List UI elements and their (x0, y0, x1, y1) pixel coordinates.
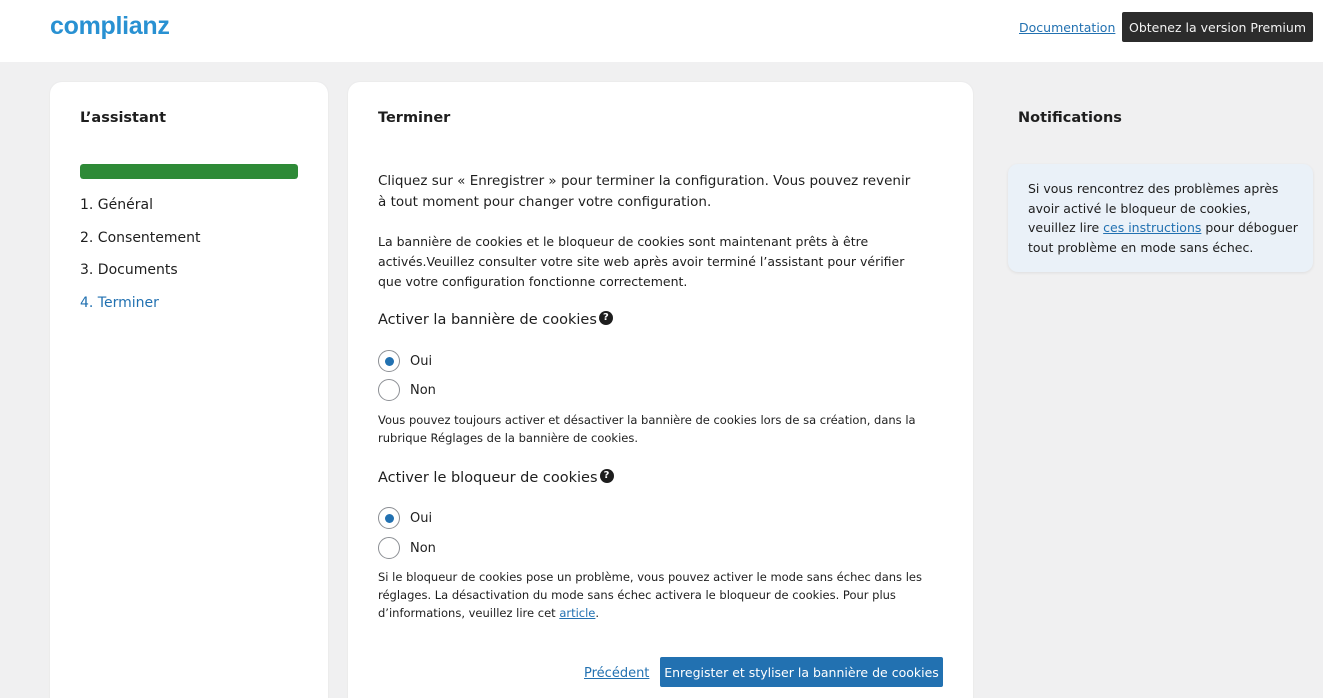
previous-link[interactable]: Précédent (584, 666, 649, 681)
wizard-sidebar: L’assistant 1. Général 2. Consentement 3… (50, 82, 328, 698)
wizard-title: L’assistant (80, 110, 167, 126)
finish-panel: Terminer Cliquez sur « Enregistrer » pou… (348, 82, 973, 698)
instructions-link[interactable]: ces instructions (1103, 220, 1201, 235)
top-bar: complianz Documentation Obtenez la versi… (0, 0, 1323, 62)
blocker-option-yes[interactable]: Oui (378, 507, 432, 529)
article-link[interactable]: article (559, 606, 595, 620)
blocker-option-no[interactable]: Non (378, 537, 436, 559)
radio-button[interactable] (378, 537, 400, 559)
complianz-logo: complianz (50, 12, 170, 40)
radio-label: Oui (410, 510, 433, 526)
radio-button[interactable] (378, 379, 400, 401)
blocker-help-text-body: Si le bloqueur de cookies pose un problè… (378, 570, 922, 620)
step-documents[interactable]: 3. Documents (80, 261, 201, 294)
blocker-help-text-end: . (595, 606, 600, 620)
banner-option-no[interactable]: Non (378, 379, 436, 401)
step-general[interactable]: 1. Général (80, 196, 201, 229)
help-icon[interactable]: ? (598, 311, 613, 325)
radio-label: Non (410, 382, 436, 398)
blocker-field-label: Activer le bloqueur de cookies? (378, 469, 614, 486)
wizard-steps: 1. Général 2. Consentement 3. Documents … (80, 196, 201, 326)
notifications-title: Notifications (1018, 110, 1122, 126)
documentation-link[interactable]: Documentation (1019, 20, 1115, 35)
wizard-progress-fill (80, 164, 298, 179)
wizard-progress-bar (80, 164, 298, 179)
radio-button[interactable] (378, 507, 400, 529)
radio-label: Non (410, 540, 436, 556)
intro-text: Cliquez sur « Enregistrer » pour termine… (378, 173, 911, 210)
banner-field-label-text: Activer la bannière de cookies (378, 312, 597, 328)
blocker-field-label-text: Activer le bloqueur de cookies (378, 470, 598, 486)
banner-option-yes[interactable]: Oui (378, 350, 432, 372)
intro-secondary-text: La bannière de cookies et le bloqueur de… (378, 234, 905, 289)
radio-label: Oui (410, 353, 433, 369)
get-premium-button[interactable]: Obtenez la version Premium (1122, 12, 1313, 42)
step-consent[interactable]: 2. Consentement (80, 229, 201, 262)
help-icon[interactable]: ? (599, 469, 614, 483)
notification-card: Si vous rencontrez des problèmes après a… (1008, 164, 1313, 272)
notification-text: Si vous rencontrez des problèmes après a… (1028, 179, 1300, 257)
step-finish[interactable]: 4. Terminer (80, 294, 201, 327)
save-and-style-banner-button[interactable]: Enregister et styliser la bannière de co… (660, 657, 943, 687)
blocker-help-text: Si le bloqueur de cookies pose un problè… (378, 568, 938, 622)
banner-field-label: Activer la bannière de cookies? (378, 311, 613, 328)
radio-button[interactable] (378, 350, 400, 372)
panel-title: Terminer (378, 110, 451, 126)
banner-help-text: Vous pouvez toujours activer et désactiv… (378, 413, 916, 445)
